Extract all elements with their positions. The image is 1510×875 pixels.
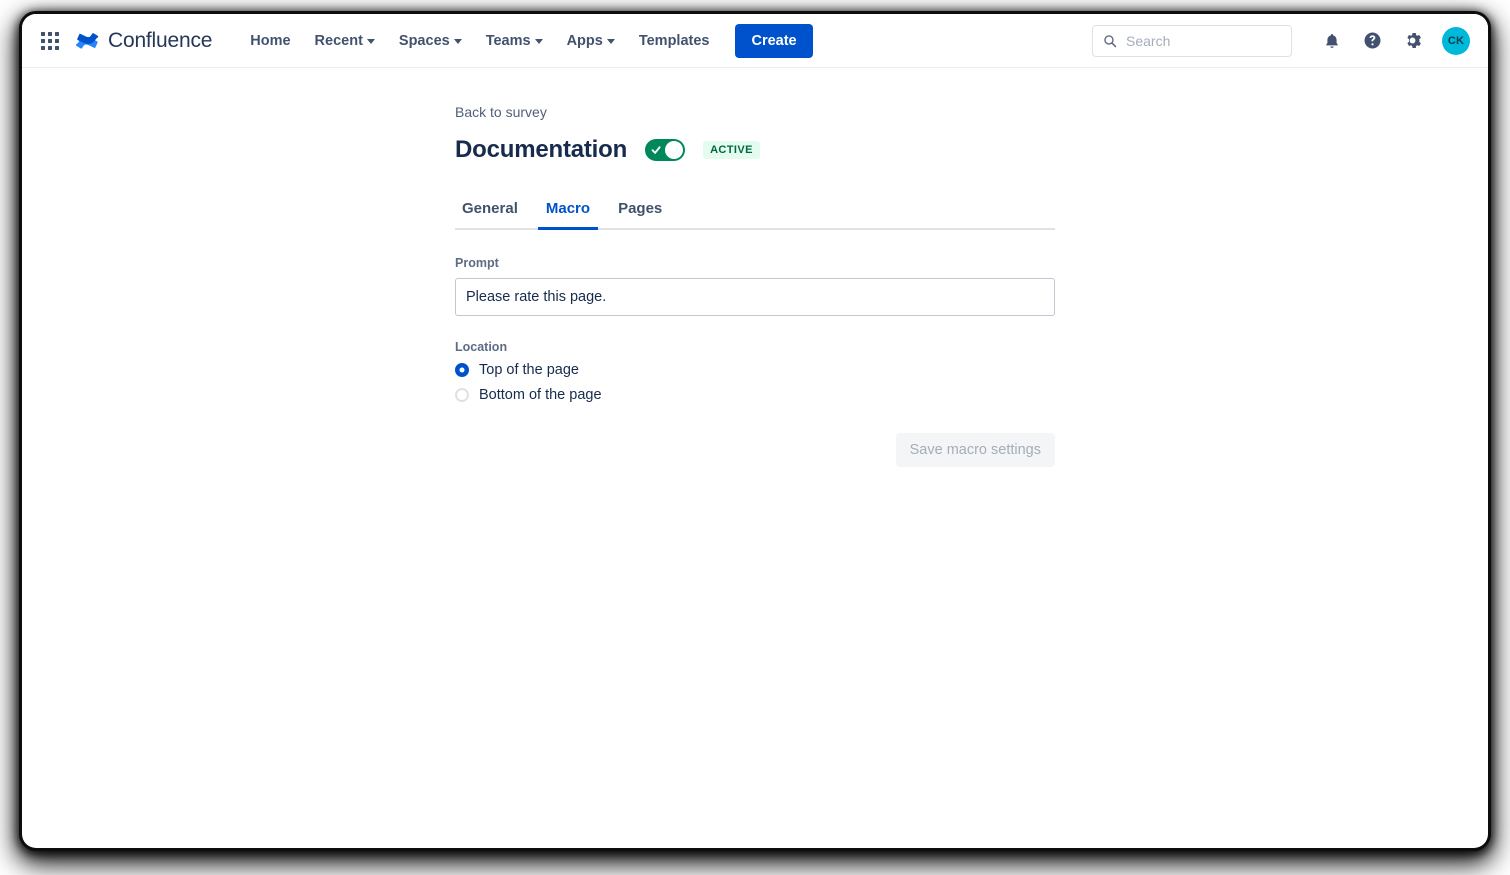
radio-bottom-of-page-indicator[interactable] (455, 388, 469, 402)
confluence-logo-icon (76, 32, 99, 49)
settings-tabs: General Macro Pages (455, 194, 1055, 230)
nav-right-group: CK (1092, 24, 1470, 57)
nav-item-home[interactable]: Home (238, 25, 302, 57)
help-button[interactable] (1356, 25, 1388, 57)
nav-item-home-label: Home (250, 32, 291, 49)
nav-item-templates[interactable]: Templates (627, 25, 722, 57)
create-button[interactable]: Create (735, 23, 813, 58)
nav-item-teams-label: Teams (485, 32, 531, 49)
screenshot-root: Confluence Home Recent Spaces Teams Apps… (0, 0, 1510, 875)
search-box[interactable] (1092, 24, 1292, 57)
save-macro-settings-button[interactable]: Save macro settings (895, 433, 1055, 467)
page-header: Documentation ACTIVE (455, 136, 1055, 164)
nav-item-apps-label: Apps (566, 32, 603, 49)
nav-item-spaces[interactable]: Spaces (387, 25, 474, 57)
toggle-knob (665, 141, 684, 159)
radio-bottom-of-page-label: Bottom of the page (479, 387, 602, 403)
app-switcher-icon[interactable] (38, 29, 62, 53)
nav-item-recent[interactable]: Recent (303, 25, 387, 57)
nav-item-teams[interactable]: Teams (474, 25, 555, 57)
chevron-down-icon (366, 39, 375, 44)
confluence-logo-link[interactable]: Confluence (76, 29, 212, 53)
radio-top-of-page-label: Top of the page (479, 362, 579, 378)
page-content: Back to survey Documentation ACTIVE Gene… (22, 68, 1488, 467)
user-avatar[interactable]: CK (1442, 26, 1470, 55)
chevron-down-icon (453, 39, 462, 44)
global-navigation: Confluence Home Recent Spaces Teams Apps… (22, 14, 1488, 68)
nav-item-templates-label: Templates (638, 32, 710, 49)
checkmark-icon (651, 146, 661, 154)
nav-item-apps[interactable]: Apps (555, 25, 627, 57)
survey-active-toggle[interactable] (645, 139, 686, 161)
tab-macro[interactable]: Macro (537, 196, 599, 230)
radio-top-of-page[interactable]: Top of the page (455, 362, 1055, 378)
nav-item-spaces-label: Spaces (398, 32, 450, 49)
primary-nav: Home Recent Spaces Teams Apps Templates (238, 25, 721, 57)
settings-button[interactable] (1396, 25, 1428, 57)
app-window: Confluence Home Recent Spaces Teams Apps… (22, 14, 1488, 848)
nav-item-recent-label: Recent (314, 32, 363, 49)
tab-general[interactable]: General (454, 196, 526, 230)
search-icon (1104, 34, 1117, 47)
notifications-button[interactable] (1316, 25, 1348, 57)
gear-icon (1406, 32, 1421, 49)
chevron-down-icon (534, 39, 543, 44)
content-column: Back to survey Documentation ACTIVE Gene… (455, 104, 1055, 467)
page-title: Documentation (455, 136, 628, 163)
form-actions: Save macro settings (455, 433, 1055, 467)
notification-bell-icon (1326, 33, 1338, 48)
radio-bottom-of-page[interactable]: Bottom of the page (455, 387, 1055, 403)
chevron-down-icon (606, 39, 615, 44)
prompt-label: Prompt (455, 256, 499, 270)
back-to-survey-link[interactable]: Back to survey (455, 104, 547, 120)
help-icon (1364, 32, 1380, 49)
radio-top-of-page-indicator[interactable] (455, 363, 469, 377)
prompt-input[interactable] (455, 278, 1055, 316)
location-label: Location (455, 340, 508, 354)
brand-name: Confluence (108, 28, 213, 52)
status-badge: ACTIVE (703, 141, 760, 159)
search-input[interactable] (1126, 32, 1281, 49)
tab-pages[interactable]: Pages (610, 196, 670, 230)
